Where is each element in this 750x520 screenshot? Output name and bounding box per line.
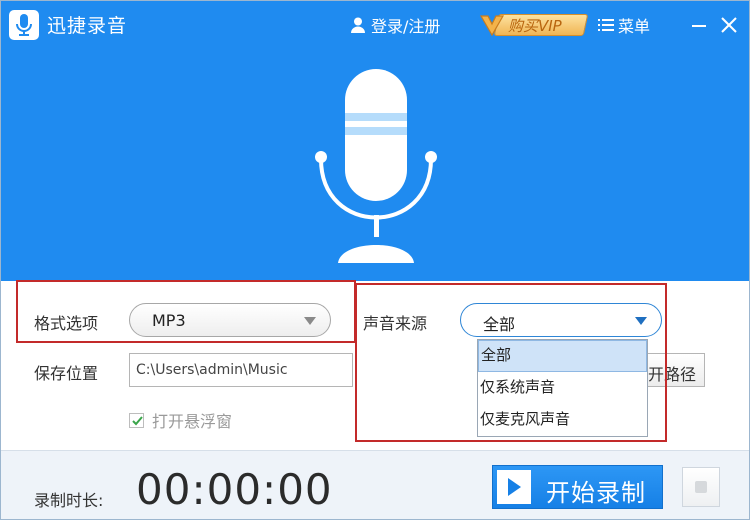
menu-icon (598, 19, 614, 31)
header-hero: 迅捷录音 登录/注册 购买VIP 菜单 (1, 1, 749, 281)
vip-icon (479, 15, 505, 37)
play-icon (508, 478, 521, 496)
close-button[interactable] (717, 13, 741, 37)
minimize-icon (692, 25, 706, 27)
source-option-system[interactable]: 仅系统声音 (478, 372, 647, 404)
checkbox-box (129, 412, 144, 428)
app-title: 迅捷录音 (47, 15, 128, 37)
app-logo-icon (9, 10, 39, 40)
minimize-button[interactable] (687, 13, 711, 37)
app-window: 迅捷录音 登录/注册 购买VIP 菜单 格式选项 MP3 声音来源 全部 保存位… (0, 0, 750, 520)
user-icon (351, 17, 365, 33)
microphone-icon (315, 69, 437, 263)
source-value: 全部 (483, 315, 516, 334)
source-label: 声音来源 (363, 314, 428, 333)
format-value: MP3 (152, 311, 186, 330)
vip-label: 购买VIP (508, 17, 562, 35)
float-window-label: 打开悬浮窗 (152, 412, 233, 431)
menu-button[interactable]: 菜单 (598, 14, 650, 36)
source-select[interactable]: 全部 (460, 303, 662, 337)
source-option-all[interactable]: 全部 (478, 340, 647, 372)
stop-button[interactable] (682, 467, 720, 507)
float-window-checkbox[interactable]: 打开悬浮窗 (129, 410, 233, 431)
close-icon (721, 17, 737, 33)
save-location-label: 保存位置 (34, 364, 99, 383)
duration-label: 录制时长: (34, 491, 104, 510)
save-path-input[interactable] (129, 353, 353, 387)
login-register-link[interactable]: 登录/注册 (351, 14, 440, 36)
format-label: 格式选项 (34, 314, 99, 333)
buy-vip-button[interactable]: 购买VIP (479, 11, 589, 39)
start-recording-button[interactable]: 开始录制 (492, 465, 663, 509)
menu-label: 菜单 (618, 17, 651, 36)
format-select[interactable]: MP3 (129, 303, 331, 337)
dropdown-caret-icon (635, 317, 647, 325)
start-recording-label: 开始录制 (546, 479, 646, 507)
title-bar: 迅捷录音 登录/注册 购买VIP 菜单 (1, 1, 749, 51)
check-icon (132, 415, 143, 425)
stop-icon (695, 481, 707, 493)
recording-timer: 00:00:00 (136, 465, 333, 514)
source-option-microphone[interactable]: 仅麦克风声音 (478, 404, 647, 436)
login-label: 登录/注册 (371, 17, 441, 36)
play-icon-box (497, 470, 531, 504)
source-dropdown-list: 全部 仅系统声音 仅麦克风声音 (477, 339, 648, 437)
dropdown-caret-icon (304, 317, 316, 325)
